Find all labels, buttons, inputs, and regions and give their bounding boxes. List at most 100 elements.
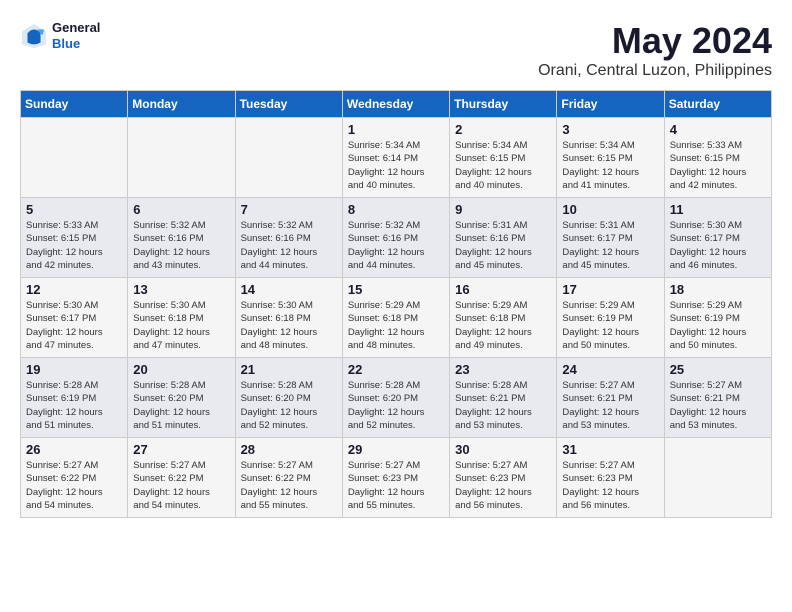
day-number: 15 (348, 282, 444, 297)
calendar-cell: 28Sunrise: 5:27 AM Sunset: 6:22 PM Dayli… (235, 438, 342, 518)
weekday-header-sunday: Sunday (21, 91, 128, 118)
day-number: 27 (133, 442, 229, 457)
calendar-cell: 26Sunrise: 5:27 AM Sunset: 6:22 PM Dayli… (21, 438, 128, 518)
day-number: 29 (348, 442, 444, 457)
day-number: 2 (455, 122, 551, 137)
calendar-week-row: 5 Sunrise: 5:33 AM Sunset: 6:15 PM Daylig… (21, 198, 772, 278)
weekday-header-saturday: Saturday (664, 91, 771, 118)
day-number: 11 (670, 202, 766, 217)
calendar-cell: 10 Sunrise: 5:31 AM Sunset: 6:17 PM Dayli… (557, 198, 664, 278)
cell-info: Sunrise: 5:29 AM Sunset: 6:19 PM Dayligh… (670, 299, 766, 352)
cell-info: Sunrise: 5:27 AM Sunset: 6:21 PM Dayligh… (670, 379, 766, 432)
calendar-cell: 31 Sunrise: 5:27 AM Sunset: 6:23 PM Dayli… (557, 438, 664, 518)
calendar-cell: 11 Sunrise: 5:30 AM Sunset: 6:17 PM Dayli… (664, 198, 771, 278)
cell-info: Sunrise: 5:34 AM Sunset: 6:15 PM Dayligh… (562, 139, 658, 192)
calendar-cell: 5 Sunrise: 5:33 AM Sunset: 6:15 PM Daylig… (21, 198, 128, 278)
cell-info: Sunrise: 5:27 AM Sunset: 6:23 PM Dayligh… (348, 459, 444, 512)
cell-info: Sunrise: 5:32 AM Sunset: 6:16 PM Dayligh… (348, 219, 444, 272)
calendar-week-row: 12 Sunrise: 5:30 AM Sunset: 6:17 PM Dayli… (21, 278, 772, 358)
cell-info: Sunrise: 5:33 AM Sunset: 6:15 PM Dayligh… (670, 139, 766, 192)
cell-info: Sunrise: 5:33 AM Sunset: 6:15 PM Dayligh… (26, 219, 122, 272)
day-number: 12 (26, 282, 122, 297)
calendar-cell: 6 Sunrise: 5:32 AM Sunset: 6:16 PM Daylig… (128, 198, 235, 278)
logo-general: General (52, 20, 100, 36)
title-block: May 2024 Orani, Central Luzon, Philippin… (538, 20, 772, 80)
day-number: 14 (241, 282, 337, 297)
cell-info: Sunrise: 5:28 AM Sunset: 6:20 PM Dayligh… (241, 379, 337, 432)
day-number: 5 (26, 202, 122, 217)
cell-info: Sunrise: 5:30 AM Sunset: 6:17 PM Dayligh… (670, 219, 766, 272)
calendar-cell: 1Sunrise: 5:34 AM Sunset: 6:14 PM Daylig… (342, 118, 449, 198)
calendar-cell (128, 118, 235, 198)
day-number: 31 (562, 442, 658, 457)
calendar-cell: 19 Sunrise: 5:28 AM Sunset: 6:19 PM Dayli… (21, 358, 128, 438)
cell-info: Sunrise: 5:27 AM Sunset: 6:23 PM Dayligh… (562, 459, 658, 512)
cell-info: Sunrise: 5:34 AM Sunset: 6:14 PM Dayligh… (348, 139, 444, 192)
calendar-cell (21, 118, 128, 198)
calendar-cell: 16 Sunrise: 5:29 AM Sunset: 6:18 PM Dayli… (450, 278, 557, 358)
cell-info: Sunrise: 5:32 AM Sunset: 6:16 PM Dayligh… (133, 219, 229, 272)
calendar-cell: 3 Sunrise: 5:34 AM Sunset: 6:15 PM Daylig… (557, 118, 664, 198)
day-number: 20 (133, 362, 229, 377)
calendar-week-row: 26Sunrise: 5:27 AM Sunset: 6:22 PM Dayli… (21, 438, 772, 518)
cell-info: Sunrise: 5:34 AM Sunset: 6:15 PM Dayligh… (455, 139, 551, 192)
day-number: 19 (26, 362, 122, 377)
day-number: 18 (670, 282, 766, 297)
page-header: General Blue May 2024 Orani, Central Luz… (20, 20, 772, 80)
day-number: 3 (562, 122, 658, 137)
weekday-header-tuesday: Tuesday (235, 91, 342, 118)
cell-info: Sunrise: 5:30 AM Sunset: 6:18 PM Dayligh… (241, 299, 337, 352)
day-number: 28 (241, 442, 337, 457)
calendar-cell: 29 Sunrise: 5:27 AM Sunset: 6:23 PM Dayli… (342, 438, 449, 518)
calendar-cell: 30Sunrise: 5:27 AM Sunset: 6:23 PM Dayli… (450, 438, 557, 518)
cell-info: Sunrise: 5:29 AM Sunset: 6:18 PM Dayligh… (348, 299, 444, 352)
cell-info: Sunrise: 5:28 AM Sunset: 6:21 PM Dayligh… (455, 379, 551, 432)
weekday-header-monday: Monday (128, 91, 235, 118)
day-number: 6 (133, 202, 229, 217)
cell-info: Sunrise: 5:28 AM Sunset: 6:20 PM Dayligh… (133, 379, 229, 432)
calendar-cell: 25Sunrise: 5:27 AM Sunset: 6:21 PM Dayli… (664, 358, 771, 438)
calendar-cell: 24Sunrise: 5:27 AM Sunset: 6:21 PM Dayli… (557, 358, 664, 438)
calendar-cell (664, 438, 771, 518)
day-number: 7 (241, 202, 337, 217)
calendar-cell: 9Sunrise: 5:31 AM Sunset: 6:16 PM Daylig… (450, 198, 557, 278)
cell-info: Sunrise: 5:27 AM Sunset: 6:22 PM Dayligh… (133, 459, 229, 512)
calendar-cell: 22Sunrise: 5:28 AM Sunset: 6:20 PM Dayli… (342, 358, 449, 438)
calendar-cell: 13Sunrise: 5:30 AM Sunset: 6:18 PM Dayli… (128, 278, 235, 358)
cell-info: Sunrise: 5:28 AM Sunset: 6:19 PM Dayligh… (26, 379, 122, 432)
cell-info: Sunrise: 5:29 AM Sunset: 6:18 PM Dayligh… (455, 299, 551, 352)
day-number: 24 (562, 362, 658, 377)
calendar-cell: 12 Sunrise: 5:30 AM Sunset: 6:17 PM Dayli… (21, 278, 128, 358)
cell-info: Sunrise: 5:31 AM Sunset: 6:17 PM Dayligh… (562, 219, 658, 272)
weekday-header-row: SundayMondayTuesdayWednesdayThursdayFrid… (21, 91, 772, 118)
day-number: 10 (562, 202, 658, 217)
calendar-cell: 27 Sunrise: 5:27 AM Sunset: 6:22 PM Dayli… (128, 438, 235, 518)
day-number: 16 (455, 282, 551, 297)
calendar-cell: 21Sunrise: 5:28 AM Sunset: 6:20 PM Dayli… (235, 358, 342, 438)
logo-text: General Blue (52, 20, 100, 51)
day-number: 17 (562, 282, 658, 297)
logo: General Blue (20, 20, 100, 51)
calendar-cell: 18 Sunrise: 5:29 AM Sunset: 6:19 PM Dayli… (664, 278, 771, 358)
calendar-cell: 14 Sunrise: 5:30 AM Sunset: 6:18 PM Dayli… (235, 278, 342, 358)
cell-info: Sunrise: 5:27 AM Sunset: 6:22 PM Dayligh… (26, 459, 122, 512)
day-number: 30 (455, 442, 551, 457)
logo-icon (20, 22, 48, 50)
calendar-cell: 7 Sunrise: 5:32 AM Sunset: 6:16 PM Daylig… (235, 198, 342, 278)
calendar-cell: 17Sunrise: 5:29 AM Sunset: 6:19 PM Dayli… (557, 278, 664, 358)
day-number: 22 (348, 362, 444, 377)
calendar-cell: 15 Sunrise: 5:29 AM Sunset: 6:18 PM Dayli… (342, 278, 449, 358)
calendar-cell: 20 Sunrise: 5:28 AM Sunset: 6:20 PM Dayli… (128, 358, 235, 438)
calendar-table: SundayMondayTuesdayWednesdayThursdayFrid… (20, 90, 772, 518)
cell-info: Sunrise: 5:32 AM Sunset: 6:16 PM Dayligh… (241, 219, 337, 272)
calendar-week-row: 1Sunrise: 5:34 AM Sunset: 6:14 PM Daylig… (21, 118, 772, 198)
calendar-cell (235, 118, 342, 198)
cell-info: Sunrise: 5:30 AM Sunset: 6:18 PM Dayligh… (133, 299, 229, 352)
day-number: 8 (348, 202, 444, 217)
calendar-cell: 4 Sunrise: 5:33 AM Sunset: 6:15 PM Daylig… (664, 118, 771, 198)
logo-blue: Blue (52, 36, 100, 52)
cell-info: Sunrise: 5:30 AM Sunset: 6:17 PM Dayligh… (26, 299, 122, 352)
day-number: 4 (670, 122, 766, 137)
cell-info: Sunrise: 5:31 AM Sunset: 6:16 PM Dayligh… (455, 219, 551, 272)
calendar-week-row: 19 Sunrise: 5:28 AM Sunset: 6:19 PM Dayli… (21, 358, 772, 438)
